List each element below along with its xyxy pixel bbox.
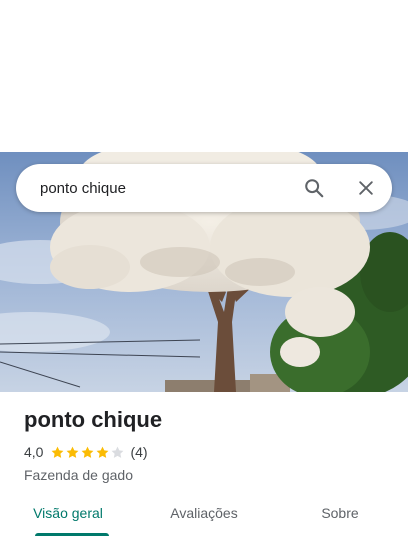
place-page: ponto chique ponto chique 4,0 (4) Fazend… [0, 0, 408, 544]
tab-label: Avaliações [170, 505, 238, 521]
tab-0[interactable]: Visão geral [0, 492, 136, 536]
search-bar[interactable]: ponto chique [16, 164, 392, 212]
close-button[interactable] [346, 168, 386, 208]
rating-row[interactable]: 4,0 (4) [24, 442, 392, 462]
place-info: ponto chique 4,0 (4) Fazenda de gado [24, 404, 392, 483]
search-button[interactable] [294, 168, 334, 208]
tab-2[interactable]: Sobre [272, 492, 408, 536]
place-category: Fazenda de gado [24, 467, 133, 483]
tab-label: Visão geral [33, 505, 103, 521]
star-filled-icon [67, 446, 79, 458]
tab-label: Sobre [321, 505, 359, 521]
search-icon [305, 179, 324, 198]
place-title: ponto chique [24, 407, 163, 432]
star-empty-icon [112, 446, 124, 458]
review-count: (4) [130, 444, 148, 460]
rating-value: 4,0 [24, 444, 44, 460]
tab-bar: Visão geral Avaliações Sobre [0, 492, 408, 536]
tab-1[interactable]: Avaliações [136, 492, 272, 536]
active-tab-indicator [35, 533, 109, 536]
star-filled-icon [82, 446, 94, 458]
rating-stars [50, 445, 125, 460]
star-filled-icon [97, 446, 109, 458]
search-input[interactable]: ponto chique [40, 180, 294, 197]
star-filled-icon [52, 446, 64, 458]
blank-area [0, 0, 408, 152]
close-icon [359, 181, 373, 195]
